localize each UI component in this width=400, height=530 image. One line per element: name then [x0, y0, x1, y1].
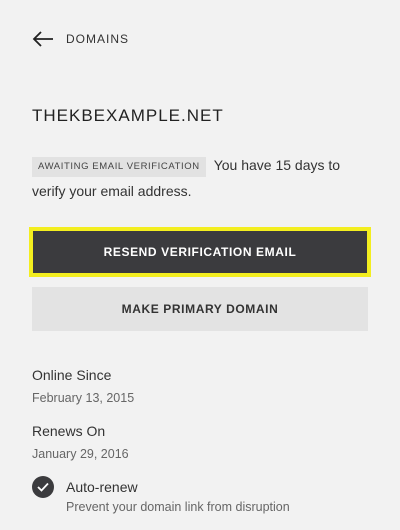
autorenew-label: Auto-renew	[66, 479, 138, 495]
renews-on-label: Renews On	[32, 423, 106, 439]
autorenew-row: Auto-renew	[32, 476, 138, 498]
make-primary-domain-button[interactable]: MAKE PRIMARY DOMAIN	[32, 287, 368, 331]
online-since-value: February 13, 2015	[32, 391, 135, 405]
check-icon	[37, 482, 49, 492]
online-since-label: Online Since	[32, 367, 112, 383]
back-to-domains-link[interactable]: DOMAINS	[32, 28, 129, 50]
domain-title: THEKBEXAMPLE.NET	[32, 106, 224, 125]
renews-on-value: January 29, 2016	[32, 447, 129, 461]
arrow-left-icon	[32, 28, 54, 50]
autorenew-checkbox[interactable]	[32, 476, 54, 498]
status-badge: AWAITING EMAIL VERIFICATION	[32, 157, 206, 177]
autorenew-description: Prevent your domain link from disruption	[66, 500, 290, 514]
back-label: DOMAINS	[66, 32, 130, 46]
status-block: AWAITING EMAIL VERIFICATION You have 15 d…	[32, 152, 368, 204]
resend-verification-button[interactable]: RESEND VERIFICATION EMAIL	[29, 227, 371, 277]
